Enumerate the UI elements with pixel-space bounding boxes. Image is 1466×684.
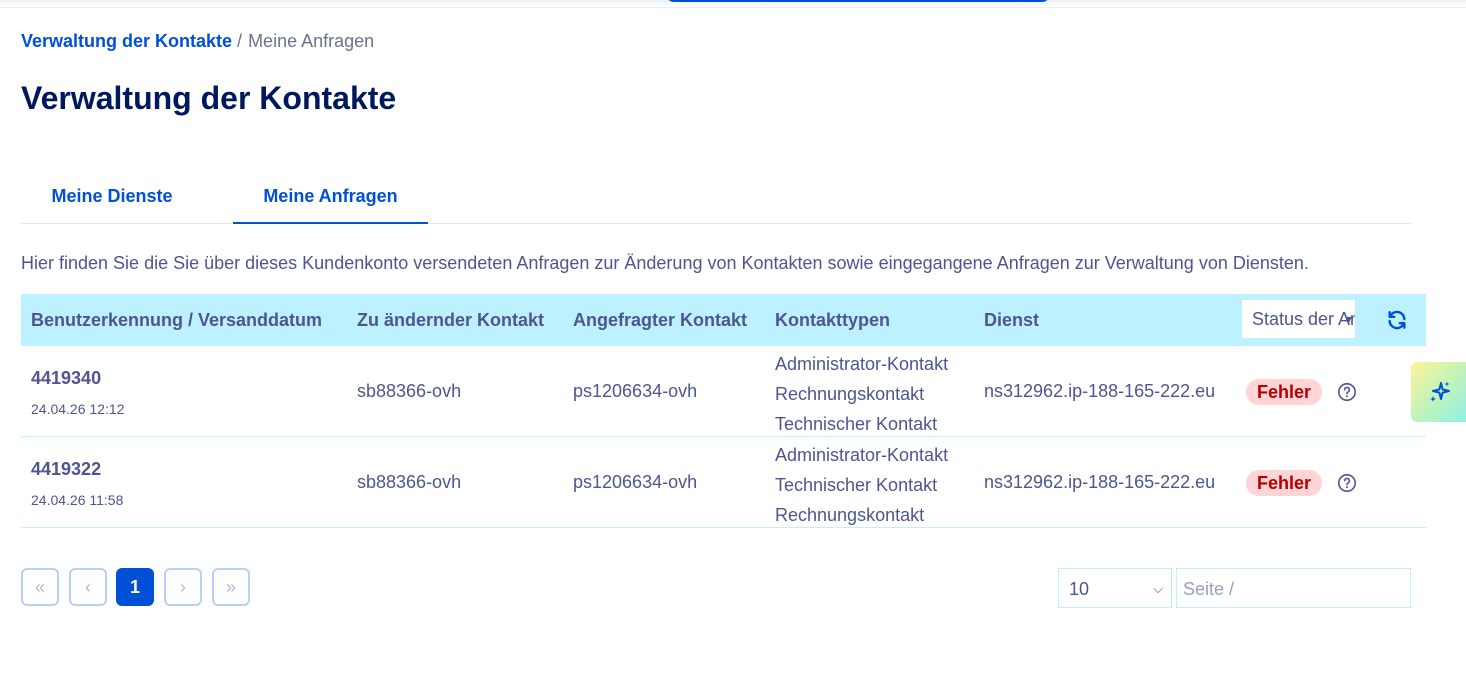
column-header-from-contact: Zu ändernder Kontakt	[357, 310, 545, 330]
status-badge: Fehler	[1246, 470, 1323, 496]
table-row: 4419322 24.04.26 11:58 sb88366-ovh ps120…	[21, 437, 1426, 528]
page-number-placeholder: Seite /	[1183, 579, 1235, 599]
request-date: 24.04.26 11:58	[31, 492, 124, 508]
contact-type: Technischer Kontakt	[775, 414, 938, 434]
chevron-down-icon: ▾	[1345, 312, 1352, 326]
column-header-id-date: Benutzerkennung / Versanddatum	[31, 310, 323, 330]
request-date: 24.04.26 12:12	[31, 401, 125, 417]
sparkle-icon	[1430, 381, 1450, 402]
tab-my-services[interactable]: Meine Dienste	[21, 170, 203, 222]
contact-types: Administrator-Kontakt Technischer Kontak…	[775, 440, 948, 530]
pagination-last-button[interactable]: »	[212, 568, 250, 606]
intro-text: Hier finden Sie die Sie über dieses Kund…	[21, 253, 1309, 273]
breadcrumb-current: Meine Anfragen	[248, 31, 375, 51]
status-filter-select[interactable]: Status der Anfrage ▾	[1242, 300, 1355, 338]
column-header-service: Dienst	[984, 310, 1040, 330]
contact-type: Rechnungskontakt	[775, 505, 925, 525]
service-name: ns312962.ip-188-165-222.eu	[984, 472, 1216, 492]
to-contact: ps1206634-ovh	[573, 472, 698, 492]
status-filter-value: Status der Anfrage	[1252, 309, 1355, 329]
top-nav-indicator	[666, 0, 1050, 2]
page-size-select[interactable]: 10 ⌵	[1058, 568, 1172, 608]
table-header: Benutzerkennung / Versanddatum Zu ändern…	[21, 294, 1426, 346]
refresh-icon[interactable]	[1386, 309, 1408, 331]
help-circle-icon[interactable]	[1337, 473, 1357, 493]
breadcrumb-link-contacts[interactable]: Verwaltung der Kontakte	[21, 31, 232, 51]
contact-type: Administrator-Kontakt	[775, 354, 949, 374]
pagination-prev-button[interactable]: ‹	[69, 568, 107, 606]
column-header-to-contact: Angefragter Kontakt	[573, 310, 748, 330]
to-contact: ps1206634-ovh	[573, 381, 698, 401]
help-circle-icon[interactable]	[1337, 382, 1357, 402]
status-badge: Fehler	[1246, 379, 1323, 405]
table-row: 4419340 24.04.26 12:12 sb88366-ovh ps120…	[21, 346, 1426, 437]
request-id: 4419340	[31, 368, 102, 388]
tab-bar: Meine Dienste Meine Anfragen	[21, 170, 1411, 224]
requests-table: Benutzerkennung / Versanddatum Zu ändern…	[21, 294, 1426, 528]
page-size-value: 10	[1069, 579, 1090, 599]
pagination-next-button[interactable]: ›	[164, 568, 202, 606]
from-contact: sb88366-ovh	[357, 381, 462, 401]
chevron-down-icon: ⌵	[1153, 581, 1163, 596]
request-id: 4419322	[31, 459, 102, 479]
contact-type: Administrator-Kontakt	[775, 445, 949, 465]
page-title: Verwaltung der Kontakte	[21, 80, 397, 116]
contact-type: Technischer Kontakt	[775, 475, 938, 495]
breadcrumb-separator: /	[237, 31, 243, 51]
column-header-types: Kontakttypen	[775, 310, 891, 330]
pagination-first-button[interactable]: «	[21, 568, 59, 606]
pagination-page-1-button[interactable]: 1	[116, 568, 154, 606]
breadcrumb: Verwaltung der Kontakte / Meine Anfragen	[21, 31, 374, 52]
from-contact: sb88366-ovh	[357, 472, 462, 492]
contact-types: Administrator-Kontakt Rechnungskontakt T…	[775, 349, 948, 439]
contact-type: Rechnungskontakt	[775, 384, 925, 404]
service-name: ns312962.ip-188-165-222.eu	[984, 381, 1216, 401]
ai-assistant-tab[interactable]	[1411, 362, 1466, 422]
tab-my-requests[interactable]: Meine Anfragen	[233, 170, 428, 224]
page-number-input[interactable]: Seite /	[1176, 568, 1411, 608]
